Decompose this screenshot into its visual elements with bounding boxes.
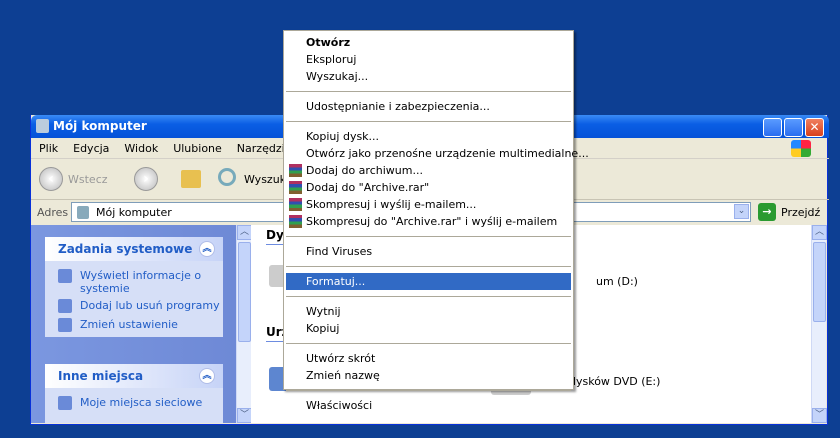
menu-item[interactable]: Wyszukaj... <box>286 68 571 85</box>
menu-item[interactable]: Otwórz <box>286 34 571 51</box>
other-places-panel: Inne miejsca ︽ Moje miejsca sieciowe <box>45 364 223 423</box>
menu-item[interactable]: Kopiuj <box>286 320 571 337</box>
menu-item-label: Właściwości <box>306 399 373 412</box>
network-places-link[interactable]: Moje miejsca sieciowe <box>45 396 223 410</box>
context-menu: Otwórz Eksploruj Wyszukaj... Udostępnianie … <box>283 30 589 412</box>
scroll-thumb[interactable] <box>238 242 251 342</box>
menu-item[interactable]: Skompresuj do "Archive.rar" i wyślij e-m… <box>286 213 571 230</box>
menu-separator <box>286 343 571 344</box>
link-label: Dodaj lub usuń programy <box>80 299 220 312</box>
menu-widok[interactable]: Widok <box>124 142 158 158</box>
add-remove-programs-link[interactable]: Dodaj lub usuń programy <box>45 299 223 313</box>
menu-separator <box>286 266 571 267</box>
menu-item-label: Zmień nazwę <box>306 369 380 382</box>
system-tasks-title: Zadania systemowe <box>58 242 193 256</box>
task-pane: Zadania systemowe ︽ Wyświetl informacje o… <box>31 225 236 423</box>
network-icon <box>58 396 72 410</box>
menu-edycja[interactable]: Edycja <box>73 142 109 158</box>
menu-item[interactable]: Utwórz skrót <box>286 350 571 367</box>
control-panel-icon <box>58 318 72 332</box>
menu-item[interactable]: Kopiuj dysk... <box>286 128 571 145</box>
menu-separator <box>286 236 571 237</box>
system-tasks-header[interactable]: Zadania systemowe ︽ <box>45 237 223 261</box>
drive-d-label[interactable]: um (D:) <box>596 275 638 288</box>
menu-item-label: Dodaj do "Archive.rar" <box>306 181 430 194</box>
minimize-button[interactable] <box>763 118 782 137</box>
menu-item[interactable]: Skompresuj i wyślij e-mailem... <box>286 196 571 213</box>
menu-item-label: Skompresuj do "Archive.rar" i wyślij e-m… <box>306 215 558 228</box>
scroll-down-button[interactable]: ﹀ <box>237 408 252 423</box>
menu-item-label: Find Viruses <box>306 245 373 258</box>
system-info-icon <box>58 269 72 283</box>
menu-item-label: Skompresuj i wyślij e-mailem... <box>306 198 477 211</box>
menu-separator <box>286 91 571 92</box>
menu-item-label: Wyszukaj... <box>306 70 369 83</box>
left-scrollbar[interactable]: ︿ ﹀ <box>236 225 252 423</box>
address-label: Adres <box>37 206 69 219</box>
drive-e-label[interactable]: dysków DVD (E:) <box>569 375 660 388</box>
menu-item-label: Kopiuj dysk... <box>306 130 380 143</box>
menu-plik[interactable]: Plik <box>39 142 58 158</box>
forward-arrow-icon[interactable]: › <box>134 167 158 191</box>
programs-icon <box>58 299 72 313</box>
link-label: Wyświetl informacje o systemie <box>80 269 202 295</box>
menu-item-label: Dodaj do archiwum... <box>306 164 423 177</box>
winrar-icon <box>289 181 302 194</box>
content-scrollbar[interactable]: ︿ ﹀ <box>811 225 827 423</box>
link-label: Zmień ustawienie <box>80 318 178 331</box>
computer-icon <box>36 119 49 133</box>
scroll-up-button[interactable]: ︿ <box>812 225 827 240</box>
windows-logo-icon <box>791 140 811 157</box>
back-button-label[interactable]: Wstecz <box>68 173 108 186</box>
menu-item[interactable]: Find Viruses <box>286 243 571 260</box>
menu-item-label: Formatuj... <box>306 275 366 288</box>
search-icon[interactable] <box>218 168 236 186</box>
winrar-icon <box>289 164 302 177</box>
menu-item[interactable]: Formatuj... <box>286 273 571 290</box>
scroll-thumb[interactable] <box>813 242 826 322</box>
menu-item[interactable]: Właściwości <box>286 397 571 414</box>
menu-item[interactable]: Eksploruj <box>286 51 571 68</box>
menu-item-label: Otwórz jako przenośne urządzenie multime… <box>306 147 589 160</box>
menu-separator <box>286 121 571 122</box>
winrar-icon <box>289 198 302 211</box>
menu-item-label: Otwórz <box>306 36 351 49</box>
winrar-icon <box>289 215 302 228</box>
scroll-up-button[interactable]: ︿ <box>237 225 252 240</box>
menu-item[interactable]: Udostępnianie i zabezpieczenia... <box>286 98 571 115</box>
system-tasks-panel: Zadania systemowe ︽ Wyświetl informacje o… <box>45 237 223 337</box>
go-arrow-icon[interactable]: → <box>758 203 776 221</box>
change-setting-link[interactable]: Zmień ustawienie <box>45 318 223 332</box>
address-dropdown-button[interactable]: ⌄ <box>734 204 749 219</box>
menu-item[interactable]: Dodaj do "Archive.rar" <box>286 179 571 196</box>
computer-icon <box>77 206 89 219</box>
other-places-header[interactable]: Inne miejsca ︽ <box>45 364 223 388</box>
collapse-icon[interactable]: ︽ <box>199 368 215 384</box>
window-title: Mój komputer <box>53 119 147 133</box>
menu-item-label: Udostępnianie i zabezpieczenia... <box>306 100 490 113</box>
menu-item-label: Eksploruj <box>306 53 357 66</box>
menu-item[interactable]: Wytnij <box>286 303 571 320</box>
close-button[interactable]: ✕ <box>805 118 824 137</box>
address-value: Mój komputer <box>96 206 172 219</box>
menu-item[interactable]: Dodaj do archiwum... <box>286 162 571 179</box>
menu-item-label: Wytnij <box>306 305 341 318</box>
menu-ulubione[interactable]: Ulubione <box>173 142 222 158</box>
menu-item[interactable]: Otwórz jako przenośne urządzenie multime… <box>286 145 589 162</box>
menu-item-label: Kopiuj <box>306 322 340 335</box>
collapse-icon[interactable]: ︽ <box>199 241 215 257</box>
back-arrow-icon[interactable]: ‹ <box>39 167 63 191</box>
maximize-button[interactable] <box>784 118 803 137</box>
folder-up-icon[interactable] <box>181 170 201 188</box>
menu-item-label: Utwórz skrót <box>306 352 376 365</box>
view-system-info-link[interactable]: Wyświetl informacje o systemie <box>45 269 223 295</box>
other-places-title: Inne miejsca <box>58 369 144 383</box>
menu-separator <box>286 296 571 297</box>
menu-separator <box>286 390 571 391</box>
scroll-down-button[interactable]: ﹀ <box>812 408 827 423</box>
menu-item[interactable]: Zmień nazwę <box>286 367 571 384</box>
link-label: Moje miejsca sieciowe <box>80 396 203 409</box>
go-button-label[interactable]: Przejdź <box>781 206 820 219</box>
